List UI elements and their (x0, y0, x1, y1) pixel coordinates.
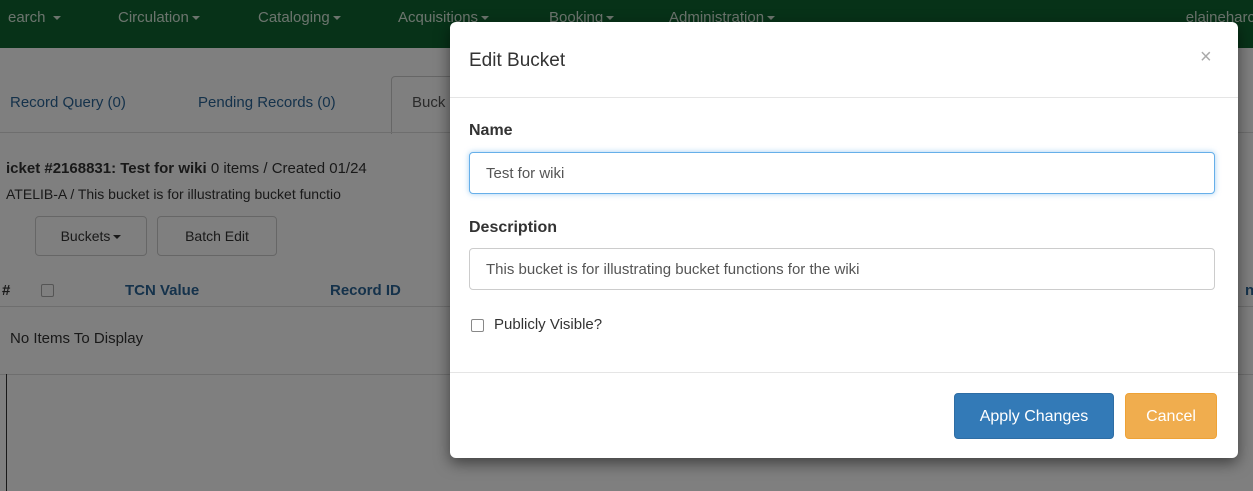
close-icon[interactable]: × (1200, 46, 1212, 69)
cancel-button[interactable]: Cancel (1125, 393, 1217, 439)
dialog-header: Edit Bucket × (450, 22, 1238, 98)
description-label: Description (469, 219, 558, 236)
dialog-title: Edit Bucket (469, 50, 566, 71)
edit-bucket-dialog: Edit Bucket × Name Test for wiki Descrip… (450, 22, 1238, 458)
name-label: Name (469, 122, 513, 139)
publicly-visible-label[interactable]: Publicly Visible? (494, 316, 602, 333)
dialog-footer-divider (450, 372, 1238, 373)
publicly-visible-checkbox[interactable] (471, 319, 484, 332)
name-input[interactable]: Test for wiki (469, 152, 1215, 194)
description-input[interactable]: This bucket is for illustrating bucket f… (469, 248, 1215, 290)
apply-changes-button[interactable]: Apply Changes (954, 393, 1114, 439)
